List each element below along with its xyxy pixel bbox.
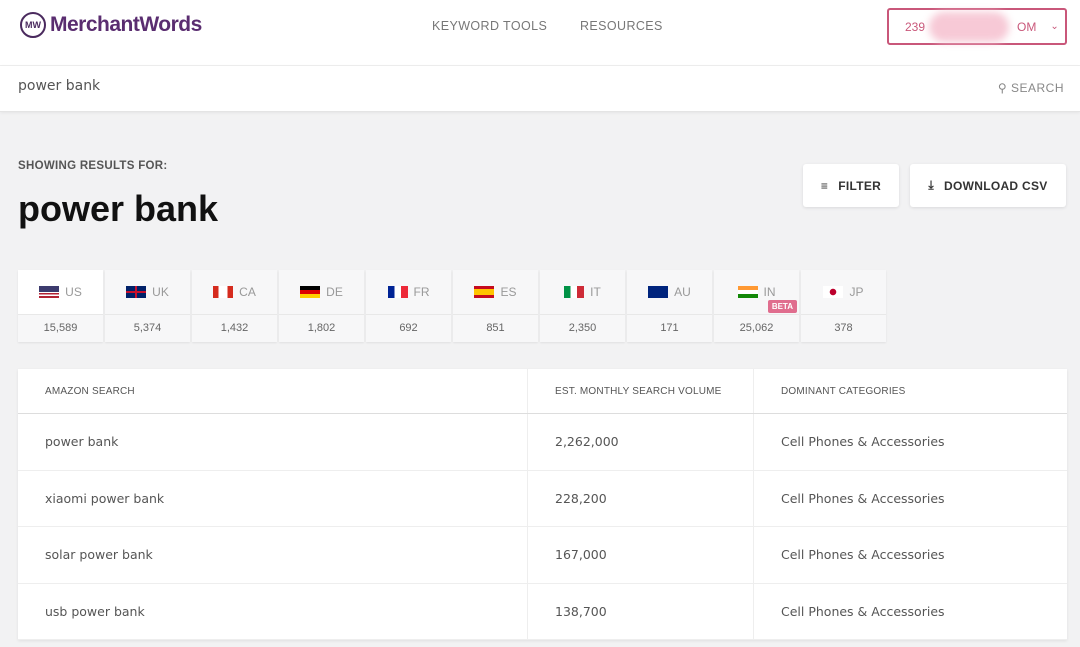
account-prefix: 239	[905, 19, 926, 34]
country-count: 171	[660, 322, 679, 334]
country-count: 5,374	[133, 322, 162, 334]
search-button[interactable]: ⚲ SEARCH	[998, 81, 1064, 95]
tab-label-area: IT	[540, 270, 625, 315]
category-cell: Cell Phones & Accessories	[781, 603, 945, 619]
category-cell: Cell Phones & Accessories	[781, 547, 945, 563]
country-code: US	[65, 285, 82, 299]
country-code: DE	[326, 285, 343, 299]
flag-de-icon	[300, 286, 321, 298]
tab-label-area: UK	[105, 270, 190, 315]
filter-label: FILTER	[838, 178, 882, 193]
country-tab-it[interactable]: IT 2,350	[540, 270, 625, 342]
tab-label-area: US	[18, 270, 103, 315]
download-icon: ⤓	[928, 178, 934, 192]
logo-icon: MW	[20, 12, 46, 38]
country-tabs: US 15,589 UK 5,374 CA 1,432 DE 1,802 FR 692 ES 851 I…	[18, 270, 886, 342]
nav-keyword-tools[interactable]: KEYWORD TOOLS	[432, 19, 547, 33]
country-code: AU	[674, 285, 691, 299]
account-dropdown[interactable]: 239 OM ⌄	[887, 8, 1067, 45]
country-count: 1,802	[307, 322, 336, 334]
country-count: 1,432	[220, 322, 249, 334]
results-table: AMAZON SEARCH EST. MONTHLY SEARCH VOLUME…	[18, 369, 1067, 640]
country-tab-es[interactable]: ES 851	[453, 270, 538, 342]
logo[interactable]: MW MerchantWords	[20, 12, 202, 38]
volume-cell: 2,262,000	[528, 414, 754, 470]
beta-badge: BETA	[767, 300, 797, 313]
logo-text: MerchantWords	[50, 13, 202, 36]
flag-fr-icon	[387, 286, 408, 298]
page-title: power bank	[18, 188, 219, 229]
country-tab-in[interactable]: IN 25,062 BETA	[714, 270, 799, 342]
country-tab-fr[interactable]: FR 692	[366, 270, 451, 342]
country-code: JP	[849, 285, 864, 299]
country-count: 15,589	[43, 322, 78, 334]
keyword-cell[interactable]: power bank	[18, 414, 528, 470]
keyword-cell[interactable]: usb power bank	[18, 583, 528, 639]
country-code: CA	[239, 285, 256, 299]
country-count: 2,350	[568, 322, 597, 334]
search-input[interactable]	[18, 78, 918, 94]
nav-resources[interactable]: RESOURCES	[580, 19, 663, 33]
country-count: 25,062	[739, 322, 774, 334]
volume-cell: 167,000	[528, 527, 754, 583]
flag-es-icon	[474, 286, 495, 298]
country-code: IN	[763, 285, 776, 299]
account-suffix: OM	[1017, 19, 1037, 34]
top-bar: MW MerchantWords KEYWORD TOOLS RESOURCES…	[0, 0, 1080, 66]
tab-label-area: ES	[453, 270, 538, 315]
country-tab-au[interactable]: AU 171	[627, 270, 712, 342]
search-bar: ⚲ SEARCH	[0, 66, 1080, 112]
volume-cell: 138,700	[528, 583, 754, 639]
country-count: 378	[834, 322, 853, 334]
flag-us-icon	[39, 286, 60, 298]
tab-label-area: DE	[279, 270, 364, 315]
table-row[interactable]: solar power bank 167,000 Cell Phones & Acc…	[18, 527, 1067, 584]
country-count: 692	[399, 322, 418, 334]
category-cell: Cell Phones & Accessories	[781, 434, 945, 450]
download-csv-button[interactable]: ⤓ DOWNLOAD CSV	[910, 164, 1066, 207]
search-icon: ⚲	[997, 81, 1008, 95]
showing-label: SHOWING RESULTS FOR:	[18, 160, 168, 172]
tab-label-area: CA	[192, 270, 277, 315]
table-row[interactable]: usb power bank 138,700 Cell Phones & Acces…	[18, 583, 1067, 640]
tab-label-area: JP	[801, 270, 886, 315]
country-tab-jp[interactable]: JP 378	[801, 270, 886, 342]
volume-cell: 228,200	[528, 470, 754, 526]
country-count: 851	[486, 322, 505, 334]
flag-ca-icon	[213, 286, 234, 298]
download-label: DOWNLOAD CSV	[944, 178, 1048, 193]
filter-icon: ≡	[820, 178, 829, 193]
search-label: SEARCH	[1010, 81, 1064, 95]
country-code: UK	[152, 285, 169, 299]
filter-button[interactable]: ≡ FILTER	[803, 164, 899, 207]
country-tab-uk[interactable]: UK 5,374	[105, 270, 190, 342]
table-header: AMAZON SEARCH EST. MONTHLY SEARCH VOLUME…	[18, 369, 1067, 414]
country-code: FR	[413, 285, 430, 299]
header-volume[interactable]: EST. MONTHLY SEARCH VOLUME	[528, 369, 754, 413]
keyword-cell[interactable]: xiaomi power bank	[18, 470, 528, 526]
header-amazon-search[interactable]: AMAZON SEARCH	[18, 369, 528, 413]
header-categories[interactable]: DOMINANT CATEGORIES	[754, 369, 906, 413]
flag-uk-icon	[126, 286, 147, 298]
flag-in-icon	[737, 286, 758, 298]
category-cell: Cell Phones & Accessories	[781, 490, 945, 506]
country-tab-us[interactable]: US 15,589	[18, 270, 103, 342]
country-code: ES	[500, 285, 517, 299]
country-tab-de[interactable]: DE 1,802	[279, 270, 364, 342]
chevron-down-icon: ⌄	[1050, 21, 1059, 32]
country-code: IT	[590, 285, 601, 299]
tab-label-area: AU	[627, 270, 712, 315]
flag-jp-icon	[823, 286, 844, 298]
tab-label-area: FR	[366, 270, 451, 315]
flag-au-icon	[648, 286, 669, 298]
country-tab-ca[interactable]: CA 1,432	[192, 270, 277, 342]
flag-it-icon	[564, 286, 585, 298]
keyword-cell[interactable]: solar power bank	[18, 527, 528, 583]
table-row[interactable]: power bank 2,262,000 Cell Phones & Accesso…	[18, 414, 1067, 471]
redaction-blur	[929, 12, 1009, 42]
table-row[interactable]: xiaomi power bank 228,200 Cell Phones & Ac…	[18, 470, 1067, 527]
